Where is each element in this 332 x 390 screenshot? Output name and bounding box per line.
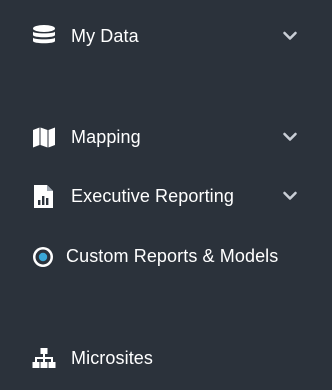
nav-item-mapping[interactable]: Mapping bbox=[0, 117, 332, 157]
nav-label-executive-reporting: Executive Reporting bbox=[71, 186, 234, 206]
nav-item-custom-reports-models[interactable]: Custom Reports & Models bbox=[0, 236, 332, 276]
map-icon bbox=[31, 125, 57, 149]
chevron-down-icon[interactable] bbox=[282, 130, 298, 144]
radio-target-icon bbox=[31, 245, 57, 269]
sidebar-nav: My Data Mapping Executive Reporting Cust… bbox=[0, 0, 332, 390]
report-chart-icon bbox=[31, 184, 57, 208]
nav-item-my-data[interactable]: My Data bbox=[0, 16, 332, 56]
nav-label-my-data: My Data bbox=[71, 26, 139, 46]
nav-item-microsites[interactable]: Microsites bbox=[0, 338, 332, 378]
chevron-down-icon[interactable] bbox=[282, 29, 298, 43]
nav-label-custom-reports-models: Custom Reports & Models bbox=[66, 246, 279, 266]
database-icon bbox=[31, 24, 57, 48]
chevron-down-icon[interactable] bbox=[282, 189, 298, 203]
sitemap-icon bbox=[31, 346, 57, 370]
nav-item-executive-reporting[interactable]: Executive Reporting bbox=[0, 176, 332, 216]
nav-label-mapping: Mapping bbox=[71, 127, 141, 147]
nav-label-microsites: Microsites bbox=[71, 348, 154, 368]
